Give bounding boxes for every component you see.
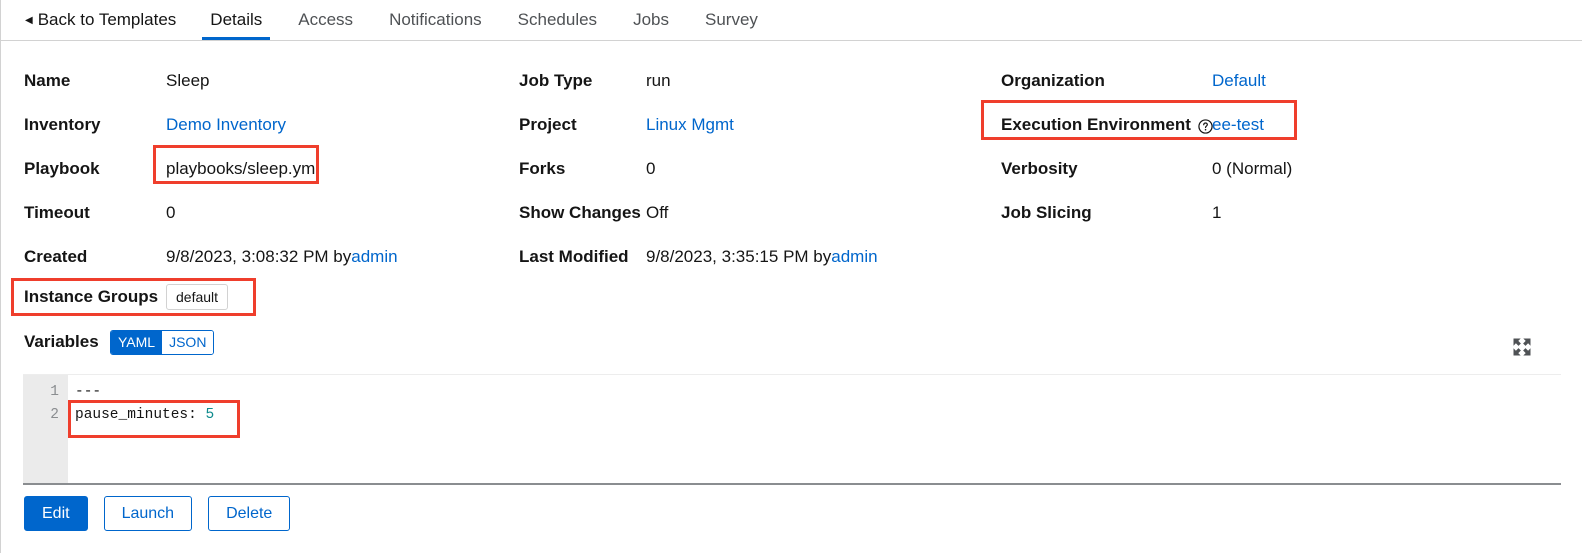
field-name-value: Sleep <box>166 71 210 90</box>
back-to-templates-label: Back to Templates <box>37 10 177 29</box>
tab-access[interactable]: Access <box>280 0 371 40</box>
instance-group-chip: default <box>166 284 229 310</box>
field-timeout: Timeout 0 <box>24 191 175 235</box>
field-show-changes: Show Changes Off <box>519 191 668 235</box>
field-instance-groups-label: Instance Groups <box>24 287 159 306</box>
field-inventory-label: Inventory <box>24 115 101 134</box>
field-playbook-value: playbooks/sleep.yml <box>166 159 320 178</box>
editor-line-number-gutter: 1 2 <box>23 375 68 483</box>
tab-jobs[interactable]: Jobs <box>615 0 687 40</box>
field-organization-label: Organization <box>1001 71 1105 90</box>
tab-access-label: Access <box>298 10 354 29</box>
variables-format-json-button[interactable]: JSON <box>162 330 214 354</box>
field-project-value-link[interactable]: Linux Mgmt <box>646 115 734 135</box>
field-job-type: Job Type run <box>519 59 671 103</box>
tab-schedules[interactable]: Schedules <box>500 0 615 40</box>
field-execution-environment-value-link[interactable]: ee-test <box>1212 115 1264 135</box>
delete-button[interactable]: Delete <box>208 496 291 531</box>
tab-bar: ◀ Back to Templates Details Access Notif… <box>1 0 1582 41</box>
field-job-type-label: Job Type <box>519 71 593 90</box>
field-job-slicing-label: Job Slicing <box>1001 203 1092 222</box>
field-verbosity-label: Verbosity <box>1001 159 1078 178</box>
field-last-modified: Last Modified 9/8/2023, 3:35:15 PM by ad… <box>519 235 878 279</box>
field-inventory: Inventory Demo Inventory <box>24 103 286 147</box>
field-execution-environment-label: Execution Environment <box>1001 115 1213 135</box>
field-created-value: 9/8/2023, 3:08:32 PM by <box>166 247 352 266</box>
field-verbosity: Verbosity 0 (Normal) <box>1001 147 1292 191</box>
field-inventory-value-link[interactable]: Demo Inventory <box>166 115 286 135</box>
field-timeout-label: Timeout <box>24 203 90 222</box>
variables-format-yaml-button[interactable]: YAML <box>111 330 163 354</box>
editor-code-line: --- <box>75 381 1561 404</box>
field-instance-groups: Instance Groups default <box>24 283 229 311</box>
field-execution-environment: Execution Environment ee-test <box>1001 103 1264 147</box>
field-forks: Forks 0 <box>519 147 655 191</box>
variables-label: Variables <box>24 332 99 351</box>
tab-jobs-label: Jobs <box>633 10 669 29</box>
tab-notifications[interactable]: Notifications <box>371 0 500 40</box>
field-organization: Organization Default <box>1001 59 1266 103</box>
field-verbosity-value: 0 (Normal) <box>1212 159 1293 178</box>
variables-code-editor[interactable]: 1 2 --- pause_minutes: 5 <box>23 374 1561 485</box>
field-job-slicing-value: 1 <box>1212 203 1222 222</box>
field-created-label: Created <box>24 247 88 266</box>
tab-survey-label: Survey <box>704 10 758 29</box>
field-last-modified-label: Last Modified <box>519 247 629 266</box>
variables-format-toggle: YAML JSON <box>110 329 215 355</box>
field-name-label: Name <box>24 71 71 90</box>
field-organization-value-link[interactable]: Default <box>1212 71 1266 91</box>
field-show-changes-value: Off <box>646 203 669 222</box>
field-last-modified-user-link[interactable]: admin <box>831 247 877 267</box>
field-forks-label: Forks <box>519 159 566 178</box>
action-buttons: Edit Launch Delete <box>24 496 291 531</box>
field-execution-environment-label-text: Execution Environment <box>1001 115 1191 134</box>
field-timeout-value: 0 <box>166 203 176 222</box>
field-job-slicing: Job Slicing 1 <box>1001 191 1221 235</box>
tab-schedules-label: Schedules <box>517 10 598 29</box>
job-template-details-page: ◀ Back to Templates Details Access Notif… <box>0 0 1582 553</box>
expand-arrows-icon[interactable] <box>1511 336 1533 358</box>
caret-left-icon: ◀ <box>25 15 33 26</box>
field-created-user-link[interactable]: admin <box>351 247 397 267</box>
field-name: Name Sleep <box>24 59 209 103</box>
editor-line-number: 1 <box>50 384 59 400</box>
tab-survey[interactable]: Survey <box>687 0 776 40</box>
back-to-templates-link[interactable]: ◀ Back to Templates <box>1 0 192 40</box>
edit-button[interactable]: Edit <box>24 496 88 531</box>
question-circle-icon[interactable] <box>1198 118 1213 134</box>
editor-code-area[interactable]: --- pause_minutes: 5 <box>68 375 1561 483</box>
tab-notifications-label: Notifications <box>389 10 482 29</box>
field-show-changes-label: Show Changes <box>519 203 641 222</box>
field-last-modified-value: 9/8/2023, 3:35:15 PM by <box>646 247 832 266</box>
variables-header: Variables YAML JSON <box>24 328 215 356</box>
field-project: Project Linux Mgmt <box>519 103 734 147</box>
editor-code-line-value: 5 <box>205 407 215 423</box>
field-job-type-value: run <box>646 71 671 90</box>
field-forks-value: 0 <box>646 159 656 178</box>
tab-details-label: Details <box>210 10 263 29</box>
editor-line-number: 2 <box>50 407 59 423</box>
launch-button[interactable]: Launch <box>103 496 193 531</box>
tab-details[interactable]: Details <box>192 0 280 40</box>
editor-code-line: pause_minutes: 5 <box>75 404 1561 427</box>
editor-code-line-text: --- <box>75 384 102 400</box>
field-playbook: Playbook playbooks/sleep.yml <box>24 147 319 191</box>
editor-code-line-text: pause_minutes: <box>75 407 206 423</box>
field-playbook-label: Playbook <box>24 159 100 178</box>
field-created: Created 9/8/2023, 3:08:32 PM by admin <box>24 235 398 279</box>
field-project-label: Project <box>519 115 577 134</box>
